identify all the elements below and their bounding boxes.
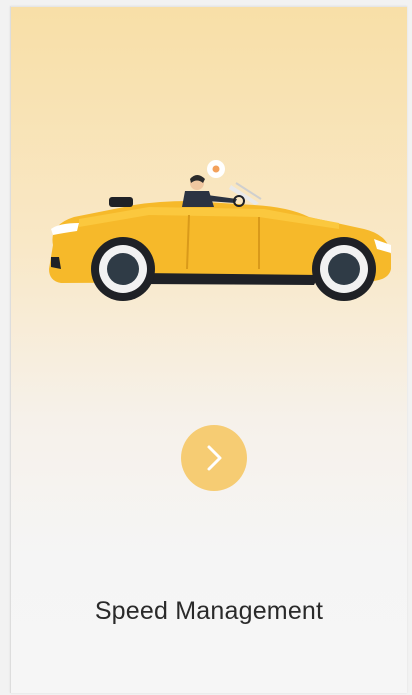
card-title: Speed Management bbox=[94, 597, 324, 625]
chevron-right-icon bbox=[207, 445, 222, 471]
convertible-car-icon bbox=[39, 157, 399, 307]
page: Speed Management bbox=[0, 0, 412, 695]
feature-card[interactable]: Speed Management bbox=[10, 6, 407, 693]
next-button[interactable] bbox=[181, 425, 247, 491]
